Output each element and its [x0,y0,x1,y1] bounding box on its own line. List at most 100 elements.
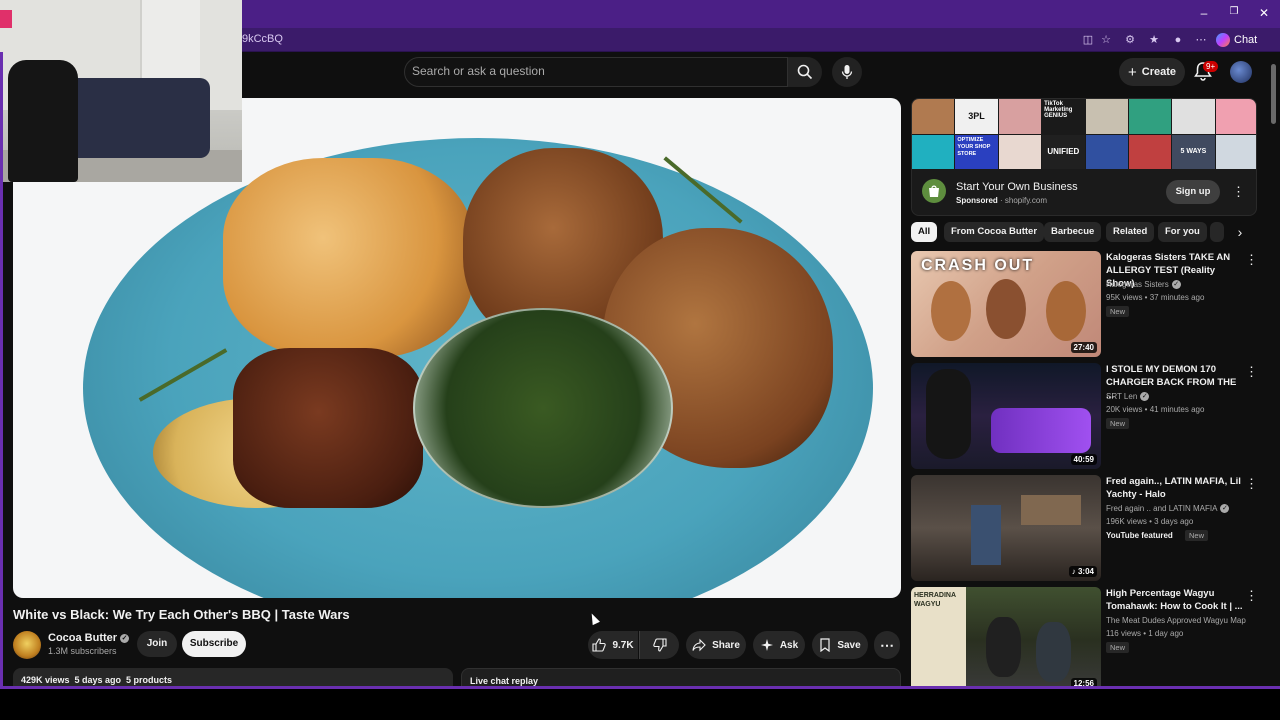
chip-from-channel[interactable]: From Cocoa Butter [944,222,1045,242]
share-arrow-icon [692,638,706,652]
verified-check-icon: ✓ [120,633,130,643]
ask-button[interactable]: Ask [753,631,805,659]
more-actions-button[interactable]: ⋯ [874,631,900,659]
recommendation-item[interactable]: ♪ 3:04 Fred again.., LATIN MAFIA, Lil Ya… [911,475,1261,583]
video-thumbnail[interactable]: ♪ 3:04 [911,475,1101,581]
chip-related[interactable]: Related [1106,222,1155,242]
video-thumbnail[interactable]: CRASH OUT 27:40 [911,251,1101,357]
like-count: 9.7K [612,639,634,651]
recommendation-meta: 95K views • 37 minutes ago [1106,293,1205,302]
share-label: Share [712,639,740,651]
verified-check-icon: ✓ [1171,280,1181,289]
duration-badge: 27:40 [1070,342,1097,353]
new-badge: New [1106,642,1130,653]
ad-title: Start Your Own Business [956,181,1078,193]
thumbnail-text: HERRADINA WAGYU [911,587,966,693]
ad-collage-text: OPTIMIZE YOUR SHOP STORE [955,134,998,169]
recommendation-channel[interactable]: Fred again .. and LATIN MAFIA ✓ [1106,504,1230,513]
recommendation-channel[interactable]: SRT Len ✓ [1106,392,1150,401]
chip-barbecue[interactable]: Barbecue [1044,222,1102,242]
ask-label: Ask [779,639,799,651]
create-label: Create [1141,66,1176,78]
ad-signup-button[interactable]: Sign up [1166,180,1220,204]
join-button[interactable]: Join [137,631,177,657]
extension-icon[interactable]: ⚙ [1122,32,1138,48]
taskbar-area [0,689,1280,720]
recommendation-meta: 196K views • 3 days ago [1106,517,1194,526]
url-text[interactable]: 9kCcBQ [242,33,283,45]
recommendation-item[interactable]: HERRADINA WAGYU 12:56 High Percentage Wa… [911,587,1261,695]
profile-icon[interactable]: ● [1170,32,1186,48]
subscribe-button[interactable]: Subscribe [182,631,246,657]
search-placeholder: Search or ask a question [412,64,545,78]
views-meta: 429K views 5 days ago 5 products [21,675,173,685]
channel-avatar[interactable] [13,631,41,659]
favorite-star-icon[interactable]: ☆ [1098,32,1114,48]
account-avatar[interactable] [1230,61,1252,83]
favorites-icon[interactable]: ★ [1146,32,1162,48]
save-label: Save [837,639,861,651]
bookmark-icon [820,638,830,652]
video-thumbnail[interactable]: 40:59 [911,363,1101,469]
recommendation-more-icon[interactable]: ⋮ [1245,365,1258,379]
verified-check-icon: ✓ [1220,504,1230,513]
copilot-icon [1216,33,1230,47]
verified-check-icon: ✓ [1140,392,1150,401]
voice-search-button[interactable] [832,57,862,87]
chip-for-you[interactable]: For you [1158,222,1207,242]
save-button[interactable]: Save [812,631,868,659]
create-button[interactable]: + Create [1119,58,1185,86]
recommendation-item[interactable]: 40:59 I STOLE MY DEMON 170 CHARGER BACK … [911,363,1261,471]
thumbs-up-icon [592,638,607,652]
recommendation-title[interactable]: Fred again.., LATIN MAFIA, Lil Yachty - … [1106,475,1246,501]
description-box[interactable]: 429K views 5 days ago 5 products [13,668,453,686]
sponsored-ad[interactable]: 3PL TikTok Marketing GENIUS OPTIMIZE YOU… [911,98,1257,216]
close-icon[interactable]: ✕ [1254,6,1274,20]
restore-icon[interactable]: ❐ [1224,6,1244,17]
live-chat-replay[interactable]: Live chat replay [461,668,901,686]
channel-name-link[interactable]: Cocoa Butter ✓ [48,632,130,644]
ad-collage-image: 3PL TikTok Marketing GENIUS OPTIMIZE YOU… [912,99,1256,169]
minimize-icon[interactable]: – [1194,6,1214,20]
recommendation-meta: 116 views • 1 day ago [1106,629,1184,638]
youtube-featured-label: YouTube featured [1106,531,1173,540]
like-button[interactable]: 9.7K [588,631,638,659]
chevron-right-icon[interactable]: › [1232,224,1248,240]
search-button[interactable] [788,57,822,87]
recommendation-meta: 20K views • 41 minutes ago [1106,405,1205,414]
sparkle-icon [760,639,773,651]
ad-more-icon[interactable]: ⋮ [1232,185,1245,199]
video-thumbnail[interactable]: HERRADINA WAGYU 12:56 [911,587,1101,693]
plus-icon: + [1127,63,1137,81]
thumbs-down-icon [652,638,667,652]
recommendation-channel[interactable]: The Meat Dudes Approved Wagyu Map [1106,616,1246,625]
split-screen-icon[interactable]: ◫ [1080,32,1096,48]
recommendation-title[interactable]: High Percentage Wagyu Tomahawk: How to C… [1106,587,1246,613]
chip-all[interactable]: All [911,222,938,242]
ad-collage-text: TikTok Marketing GENIUS [1042,99,1085,134]
new-badge: New [1185,530,1209,541]
recommendation-more-icon[interactable]: ⋮ [1245,589,1258,603]
live-chat-label: Live chat replay [470,676,539,686]
search-icon [797,64,813,80]
recommendation-more-icon[interactable]: ⋮ [1245,477,1258,491]
ad-collage-text: 5 WAYS [1172,134,1215,169]
recommendation-channel[interactable]: Kalogeras Sisters ✓ [1106,280,1181,289]
recommendation-more-icon[interactable]: ⋮ [1245,253,1258,267]
dislike-button[interactable] [639,631,679,659]
more-menu-icon[interactable]: ⋯ [1193,32,1209,48]
chat-label: Chat [1234,34,1258,46]
shopping-bag-icon [929,185,939,197]
duration-badge: ♪ 3:04 [1068,566,1097,577]
copilot-chat-button[interactable]: Chat [1216,31,1257,49]
page-scrollbar[interactable] [1270,56,1278,686]
new-badge: New [1106,306,1130,317]
mouse-cursor-icon [588,611,600,626]
duration-badge: 40:59 [1070,454,1097,465]
chip-partial[interactable] [1210,222,1224,242]
scrollbar-thumb[interactable] [1271,64,1276,124]
webcam-overlay [0,0,242,182]
share-button[interactable]: Share [686,631,746,659]
recommendation-item[interactable]: CRASH OUT 27:40 Kalogeras Sisters TAKE A… [911,251,1261,359]
screen: – ❐ ✕ 9kCcBQ ◫ ☆ ⚙ ★ ● ⋯ Chat Search or … [0,0,1280,720]
